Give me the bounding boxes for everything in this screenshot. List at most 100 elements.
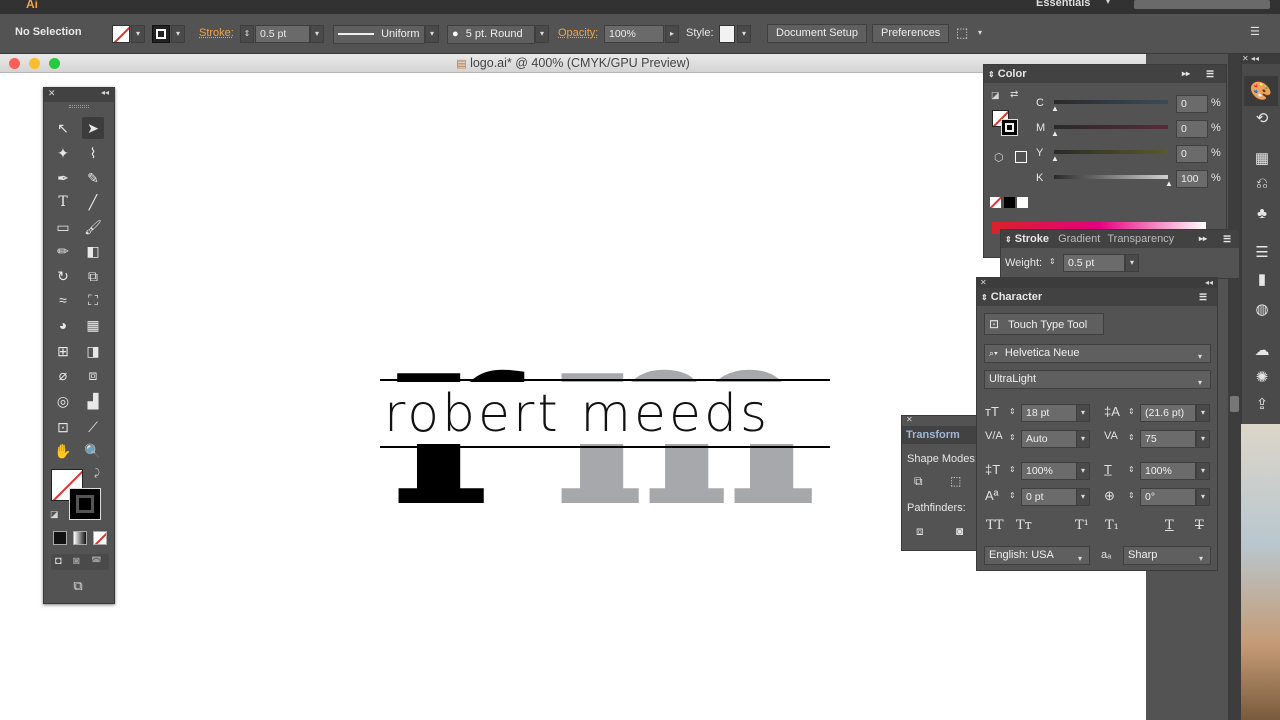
channel-slider-thumb[interactable]: ▲ bbox=[1165, 179, 1173, 188]
all-caps-icon[interactable]: TT bbox=[986, 518, 1004, 533]
color-panel-menu-icon[interactable]: ☰ bbox=[1206, 65, 1214, 83]
perspective-grid-tool-icon[interactable]: ▦ bbox=[82, 314, 104, 336]
channel-value-field[interactable]: 0 bbox=[1176, 95, 1208, 113]
font-size-dropdown[interactable]: ▾ bbox=[1076, 404, 1090, 422]
profile-dropdown[interactable]: ▾ bbox=[425, 25, 439, 43]
channel-slider[interactable] bbox=[1054, 175, 1168, 179]
superscript-icon[interactable]: T¹ bbox=[1075, 518, 1089, 533]
gradient-mode-button[interactable] bbox=[73, 531, 87, 545]
none-mode-button[interactable] bbox=[93, 531, 107, 545]
stroke-weight-dropdown[interactable]: ▾ bbox=[310, 25, 324, 43]
character-panel-menu-icon[interactable]: ☰ bbox=[1199, 288, 1207, 306]
color-guide-icon[interactable]: 🎨 bbox=[1244, 76, 1278, 106]
cc-libraries-icon[interactable]: ☁ bbox=[1252, 341, 1272, 361]
baseline-shift-stepper[interactable]: ⇕ bbox=[1009, 491, 1016, 500]
channel-value-field[interactable]: 0 bbox=[1176, 120, 1208, 138]
drawing-modes-group[interactable]: ◘ ◙ ◚ bbox=[51, 554, 109, 570]
gradient-panel-icon[interactable]: ▮ bbox=[1252, 270, 1272, 290]
swap-fill-stroke-icon[interactable]: ⤸ bbox=[94, 468, 100, 479]
vertical-scale-stepper[interactable]: ⇕ bbox=[1009, 465, 1016, 474]
transform-close-icon[interactable]: ✕ bbox=[906, 415, 913, 424]
swatches-icon[interactable]: ▦ bbox=[1252, 149, 1272, 169]
arrange-documents-icon[interactable]: ⬚ bbox=[956, 25, 968, 41]
panel-dock-scrollbar[interactable] bbox=[1228, 54, 1241, 720]
tab-gradient[interactable]: Gradient bbox=[1058, 233, 1100, 245]
character-panel-topbar[interactable]: ✕ ◂◂ bbox=[977, 278, 1217, 288]
mesh-tool-icon[interactable]: ⊞ bbox=[52, 340, 74, 362]
white-swatch[interactable] bbox=[1017, 197, 1028, 208]
color-panel-expand-icon[interactable]: ▸▸ bbox=[1182, 65, 1190, 83]
selection-tool-icon[interactable]: ➤ bbox=[82, 117, 104, 139]
opacity-dropdown[interactable]: ▸ bbox=[665, 25, 679, 43]
brushes-icon[interactable]: ⎌ bbox=[1252, 174, 1272, 194]
stroke-dropdown[interactable]: ▾ bbox=[171, 25, 185, 43]
horizontal-scale-stepper[interactable]: ⇕ bbox=[1128, 465, 1135, 474]
baseline-shift-dropdown[interactable]: ▾ bbox=[1076, 488, 1090, 506]
fill-swatch[interactable] bbox=[112, 25, 130, 43]
logo-artwork[interactable]: r m robert meeds bbox=[378, 268, 833, 562]
trim-icon[interactable]: ◙ bbox=[956, 524, 963, 538]
close-window-icon[interactable] bbox=[9, 58, 20, 69]
stroke-panel-icon[interactable]: ☰ bbox=[1252, 243, 1272, 263]
export-icon[interactable]: ⇪ bbox=[1252, 395, 1272, 415]
tracking-field[interactable]: 75 bbox=[1140, 430, 1196, 448]
draw-inside-icon[interactable]: ◚ bbox=[91, 555, 102, 568]
tracking-stepper[interactable]: ⇕ bbox=[1128, 433, 1135, 442]
unite-icon[interactable]: ⧉ bbox=[914, 474, 923, 489]
subscript-icon[interactable]: T₁ bbox=[1105, 518, 1119, 533]
minimize-window-icon[interactable] bbox=[29, 58, 40, 69]
character-rotation-field[interactable]: 0° bbox=[1140, 488, 1196, 506]
free-transform-tool-icon[interactable]: ⛶ bbox=[82, 289, 104, 311]
symbol-sprayer-tool-icon[interactable]: ◎ bbox=[52, 390, 74, 412]
preferences-button[interactable]: Preferences bbox=[872, 24, 950, 43]
character-panel-header[interactable]: ⇕ Character ☰ bbox=[977, 288, 1217, 306]
transform-panel-header[interactable]: Transform bbox=[902, 426, 980, 444]
stroke-panel-menu-icon[interactable]: ☰ bbox=[1223, 230, 1231, 248]
kerning-field[interactable]: Auto bbox=[1021, 430, 1077, 448]
channel-slider[interactable] bbox=[1054, 100, 1168, 104]
kerning-dropdown[interactable]: ▾ bbox=[1076, 430, 1090, 448]
vertical-scale-field[interactable]: 100% bbox=[1021, 462, 1077, 480]
antialias-select[interactable]: Sharp ▾ bbox=[1123, 546, 1211, 565]
character-rotation-stepper[interactable]: ⇕ bbox=[1128, 491, 1135, 500]
draw-behind-icon[interactable]: ◙ bbox=[73, 555, 80, 567]
channel-slider[interactable] bbox=[1054, 125, 1168, 129]
width-tool-icon[interactable]: ≈ bbox=[52, 289, 74, 311]
pen-tool-icon[interactable]: ✒ bbox=[52, 167, 74, 189]
panel-dock-scroll-thumb[interactable] bbox=[1230, 396, 1239, 412]
vertical-scale-dropdown[interactable]: ▾ bbox=[1076, 462, 1090, 480]
hand-tool-icon[interactable]: ✋ bbox=[52, 440, 74, 462]
black-swatch[interactable] bbox=[1004, 197, 1015, 208]
horizontal-scale-field[interactable]: 100% bbox=[1140, 462, 1196, 480]
eyedropper-tool-icon[interactable]: ⌀ bbox=[52, 364, 74, 386]
line-segment-tool-icon[interactable]: ╱ bbox=[82, 191, 104, 213]
zoom-window-icon[interactable] bbox=[49, 58, 60, 69]
touch-type-tool-button[interactable]: ⊡ Touch Type Tool bbox=[984, 313, 1104, 335]
screen-mode-icon[interactable]: ⧉ bbox=[67, 578, 89, 594]
font-family-select[interactable]: ⌕▾ Helvetica Neue ▾ bbox=[984, 344, 1211, 363]
column-graph-tool-icon[interactable]: ▟ bbox=[82, 390, 104, 412]
tab-stroke[interactable]: Stroke bbox=[1015, 233, 1049, 245]
rectangle-tool-icon[interactable]: ▭ bbox=[52, 216, 74, 238]
variable-width-profile[interactable]: Uniform bbox=[333, 25, 425, 44]
font-style-select[interactable]: UltraLight ▾ bbox=[984, 370, 1211, 389]
divide-icon[interactable]: ⧈ bbox=[916, 524, 924, 539]
opacity-input[interactable]: 100% bbox=[604, 25, 664, 43]
workspace-switcher[interactable]: Essentials bbox=[1036, 0, 1090, 9]
tools-grip[interactable] bbox=[69, 105, 89, 108]
search-field[interactable] bbox=[1134, 0, 1270, 9]
shape-builder-tool-icon[interactable]: ◕ bbox=[52, 314, 74, 336]
font-size-stepper[interactable]: ⇕ bbox=[1009, 407, 1016, 416]
channel-slider-thumb[interactable]: ▲ bbox=[1051, 104, 1059, 113]
dock-header[interactable]: ✕ ◂◂ bbox=[1242, 54, 1280, 64]
color-mode-button[interactable] bbox=[53, 531, 67, 545]
stroke-weight-stepper[interactable]: ⇕ bbox=[1049, 257, 1056, 266]
stroke-weight-input[interactable]: 0.5 pt bbox=[255, 25, 310, 43]
blend-tool-icon[interactable]: ⧈ bbox=[82, 364, 104, 386]
stroke-label[interactable]: Stroke: bbox=[199, 27, 234, 39]
language-select[interactable]: English: USA ▾ bbox=[984, 546, 1090, 565]
stroke-weight-menu[interactable]: ▾ bbox=[1125, 254, 1139, 272]
gradient-tool-icon[interactable]: ◨ bbox=[82, 340, 104, 362]
document-setup-button[interactable]: Document Setup bbox=[767, 24, 867, 43]
leading-field[interactable]: (21.6 pt) bbox=[1140, 404, 1196, 422]
